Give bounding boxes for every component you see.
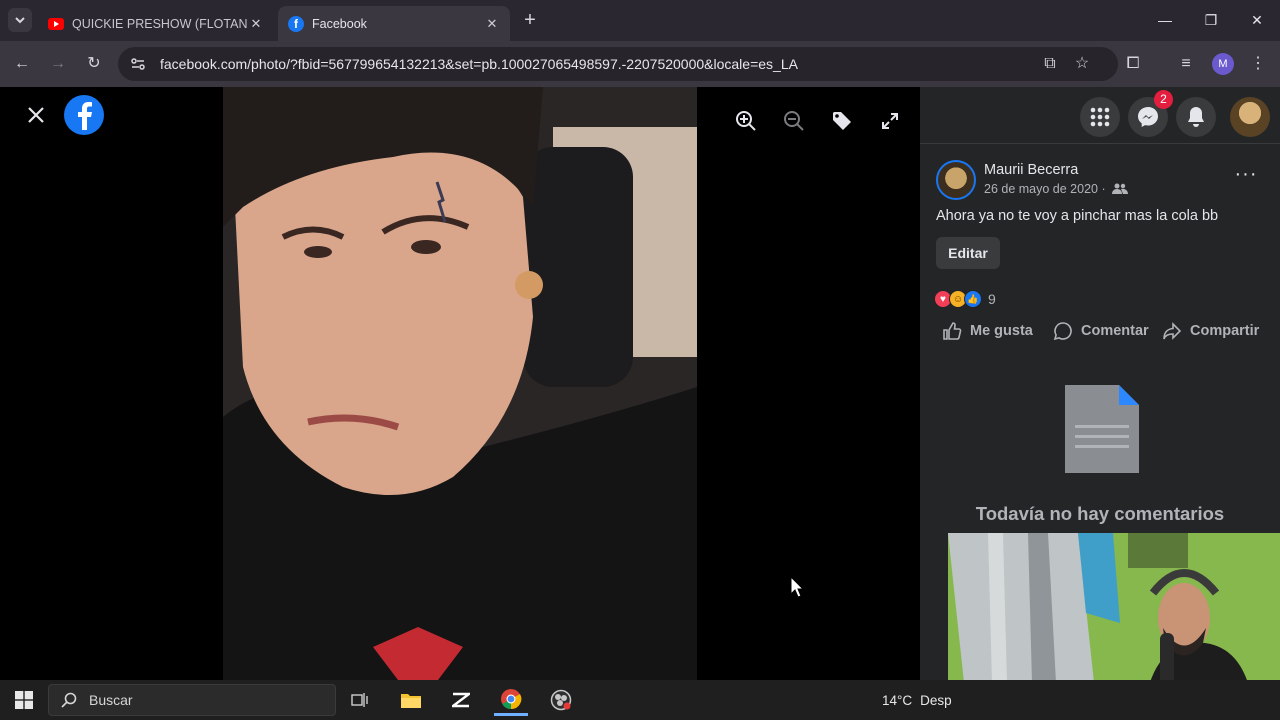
close-viewer-button[interactable]	[22, 101, 50, 129]
address-bar[interactable]: facebook.com/photo/?fbid=567799654132213…	[118, 47, 1118, 81]
tab-search-button[interactable]	[8, 8, 32, 32]
tab-title: Facebook	[312, 16, 367, 31]
url-text: facebook.com/photo/?fbid=567799654132213…	[160, 56, 798, 72]
empty-comments-text: Todavía no hay comentarios	[975, 503, 1225, 524]
menu-button[interactable]	[1080, 97, 1120, 137]
fullscreen-button[interactable]	[872, 103, 908, 139]
chrome-icon	[501, 688, 522, 709]
reaction-count: 9	[988, 291, 996, 307]
minimize-button[interactable]: —	[1150, 8, 1180, 32]
capcut-button[interactable]	[444, 684, 478, 716]
expand-icon	[882, 113, 898, 129]
close-tab-icon[interactable]: ✕	[248, 16, 264, 32]
facebook-icon	[78, 102, 92, 130]
author-avatar[interactable]	[936, 160, 976, 200]
obs-recording-button[interactable]	[544, 684, 578, 716]
zoom-in-icon	[736, 111, 756, 131]
zoom-out-icon	[784, 111, 804, 131]
zoom-in-button[interactable]	[728, 103, 764, 139]
facebook-icon: f	[288, 15, 304, 32]
mouse-cursor	[790, 575, 805, 603]
thumbs-up-icon	[943, 322, 962, 340]
browser-menu-icon[interactable]: ⋮	[1246, 53, 1270, 75]
taskbar-search-box[interactable]: Buscar	[48, 684, 336, 716]
tab-youtube[interactable]: QUICKIE PRESHOW (FLOTANDO ✕	[38, 6, 274, 41]
grid-menu-icon	[1090, 107, 1110, 127]
close-icon	[28, 107, 44, 123]
post-options-button[interactable]: ···	[1234, 164, 1258, 187]
comment-label: Comentar	[1081, 323, 1149, 339]
new-tab-button[interactable]: +	[520, 10, 540, 30]
task-view-icon	[351, 693, 368, 707]
edit-button[interactable]: Editar	[936, 237, 1000, 269]
close-tab-icon[interactable]: ✕	[484, 16, 500, 32]
post-photo[interactable]	[223, 87, 697, 680]
weather-widget[interactable]: 14°C Desp	[852, 689, 952, 711]
person-photo-image	[223, 87, 697, 680]
close-window-button[interactable]: ✕	[1242, 8, 1272, 32]
tag-icon	[833, 112, 851, 130]
author-name[interactable]: Maurii Becerra	[984, 162, 1078, 178]
share-button[interactable]: Compartir	[1162, 321, 1259, 341]
tab-facebook[interactable]: f Facebook ✕	[278, 6, 510, 41]
post-date[interactable]: 26 de mayo de 2020 ·	[984, 182, 1128, 196]
reload-button[interactable]: ↻	[82, 53, 106, 75]
extensions-icon[interactable]: ⧠	[1121, 53, 1145, 75]
facebook-logo[interactable]	[64, 95, 104, 135]
chevron-down-icon	[15, 17, 25, 24]
like-reaction-icon: 👍	[964, 290, 982, 308]
panel-divider	[920, 143, 1280, 144]
install-app-icon[interactable]: ⧉	[1038, 53, 1062, 75]
like-button[interactable]: Me gusta	[942, 321, 1033, 341]
capcut-icon	[452, 692, 470, 708]
profile-avatar[interactable]: M	[1212, 53, 1234, 75]
windows-logo-icon	[15, 691, 33, 709]
messenger-badge: 2	[1154, 90, 1173, 109]
search-icon	[61, 692, 77, 708]
task-view-button[interactable]	[343, 684, 377, 716]
photo-viewer	[0, 87, 920, 680]
start-button[interactable]	[7, 684, 41, 716]
site-settings-icon[interactable]	[130, 56, 146, 72]
bell-icon	[1188, 107, 1204, 127]
post-caption: Ahora ya no te voy a pinchar mas la cola…	[936, 208, 1219, 224]
weather-temperature: 14°C	[882, 692, 913, 708]
zoom-out-button[interactable]	[776, 103, 812, 139]
tab-title: QUICKIE PRESHOW (FLOTANDO	[72, 16, 248, 31]
share-label: Compartir	[1190, 323, 1260, 339]
forward-button[interactable]: →	[46, 53, 70, 75]
chrome-button[interactable]	[494, 684, 528, 716]
cursor-icon	[790, 575, 805, 598]
folder-icon	[401, 694, 421, 708]
post-date-text: 26 de mayo de 2020 ·	[984, 182, 1106, 196]
weather-description: Desp	[920, 692, 952, 708]
bookmark-star-icon[interactable]: ☆	[1070, 53, 1094, 75]
notifications-button[interactable]	[1176, 97, 1216, 137]
comment-button[interactable]: Comentar	[1053, 321, 1149, 341]
youtube-icon	[48, 17, 64, 30]
file-explorer-button[interactable]	[394, 684, 428, 716]
comment-icon	[1053, 322, 1072, 341]
windows-taskbar: Buscar 14°C Desp	[0, 680, 1280, 720]
browser-tab-bar: QUICKIE PRESHOW (FLOTANDO ✕ f Facebook ✕…	[0, 0, 1280, 41]
like-label: Me gusta	[970, 323, 1033, 339]
friends-audience-icon	[1111, 183, 1128, 194]
back-button[interactable]: ←	[10, 53, 34, 75]
account-avatar[interactable]	[1230, 97, 1270, 137]
obs-icon	[550, 689, 572, 711]
empty-comments-document-icon	[1065, 385, 1139, 478]
media-control-icon[interactable]: ≡	[1174, 53, 1198, 75]
tag-button[interactable]	[824, 103, 860, 139]
share-icon	[1163, 322, 1182, 340]
taskbar-search-placeholder: Buscar	[89, 692, 133, 708]
moon-icon	[858, 691, 867, 709]
browser-toolbar: ← → ↻ facebook.com/photo/?fbid=567799654…	[0, 41, 1280, 87]
reactions-summary[interactable]: ♥ ☺ 👍 9	[934, 290, 996, 308]
restore-button[interactable]: ❐	[1196, 8, 1226, 32]
messenger-icon	[1138, 107, 1158, 127]
